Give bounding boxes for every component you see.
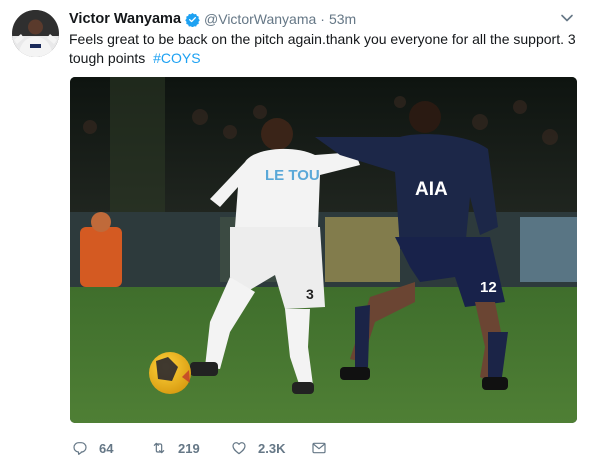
reply-count: 64: [99, 440, 114, 456]
tweet-text: Feels great to be back on the pitch agai…: [69, 30, 579, 68]
chevron-down-icon[interactable]: [560, 11, 574, 25]
sponsor-text-white: LE TOU: [265, 167, 320, 184]
reply-button[interactable]: 64: [72, 440, 151, 456]
retweet-count: 219: [178, 440, 200, 456]
tweet-header: Victor Wanyama @VictorWanyama · 53m: [69, 9, 576, 29]
shirt-number-navy: 12: [480, 279, 497, 296]
like-button[interactable]: 2.3K: [231, 440, 311, 456]
football-photo: LE TOU 3 AIA 12: [70, 77, 577, 423]
retweet-icon: [153, 442, 165, 454]
author-handle[interactable]: @VictorWanyama: [204, 11, 316, 27]
tweet-body: Feels great to be back on the pitch agai…: [69, 31, 576, 66]
direct-message-button[interactable]: [311, 440, 327, 456]
hashtag-link[interactable]: #COYS: [153, 50, 200, 66]
envelope-icon: [312, 442, 326, 454]
tweet-photo[interactable]: LE TOU 3 AIA 12: [70, 77, 577, 423]
avatar[interactable]: [12, 10, 59, 57]
sponsor-text-navy: AIA: [415, 179, 448, 200]
like-count: 2.3K: [258, 440, 286, 456]
shirt-number-white: 3: [306, 286, 314, 302]
tweet[interactable]: Victor Wanyama @VictorWanyama · 53m Feel…: [0, 0, 590, 461]
tweet-actions: 64 219 2.3K: [72, 438, 327, 458]
author-name[interactable]: Victor Wanyama: [69, 11, 181, 27]
verified-badge-icon: [185, 12, 200, 27]
reply-icon: [73, 442, 87, 455]
timestamp[interactable]: 53m: [329, 11, 356, 27]
heart-icon: [232, 442, 246, 455]
separator: ·: [320, 11, 325, 27]
retweet-button[interactable]: 219: [151, 440, 231, 456]
